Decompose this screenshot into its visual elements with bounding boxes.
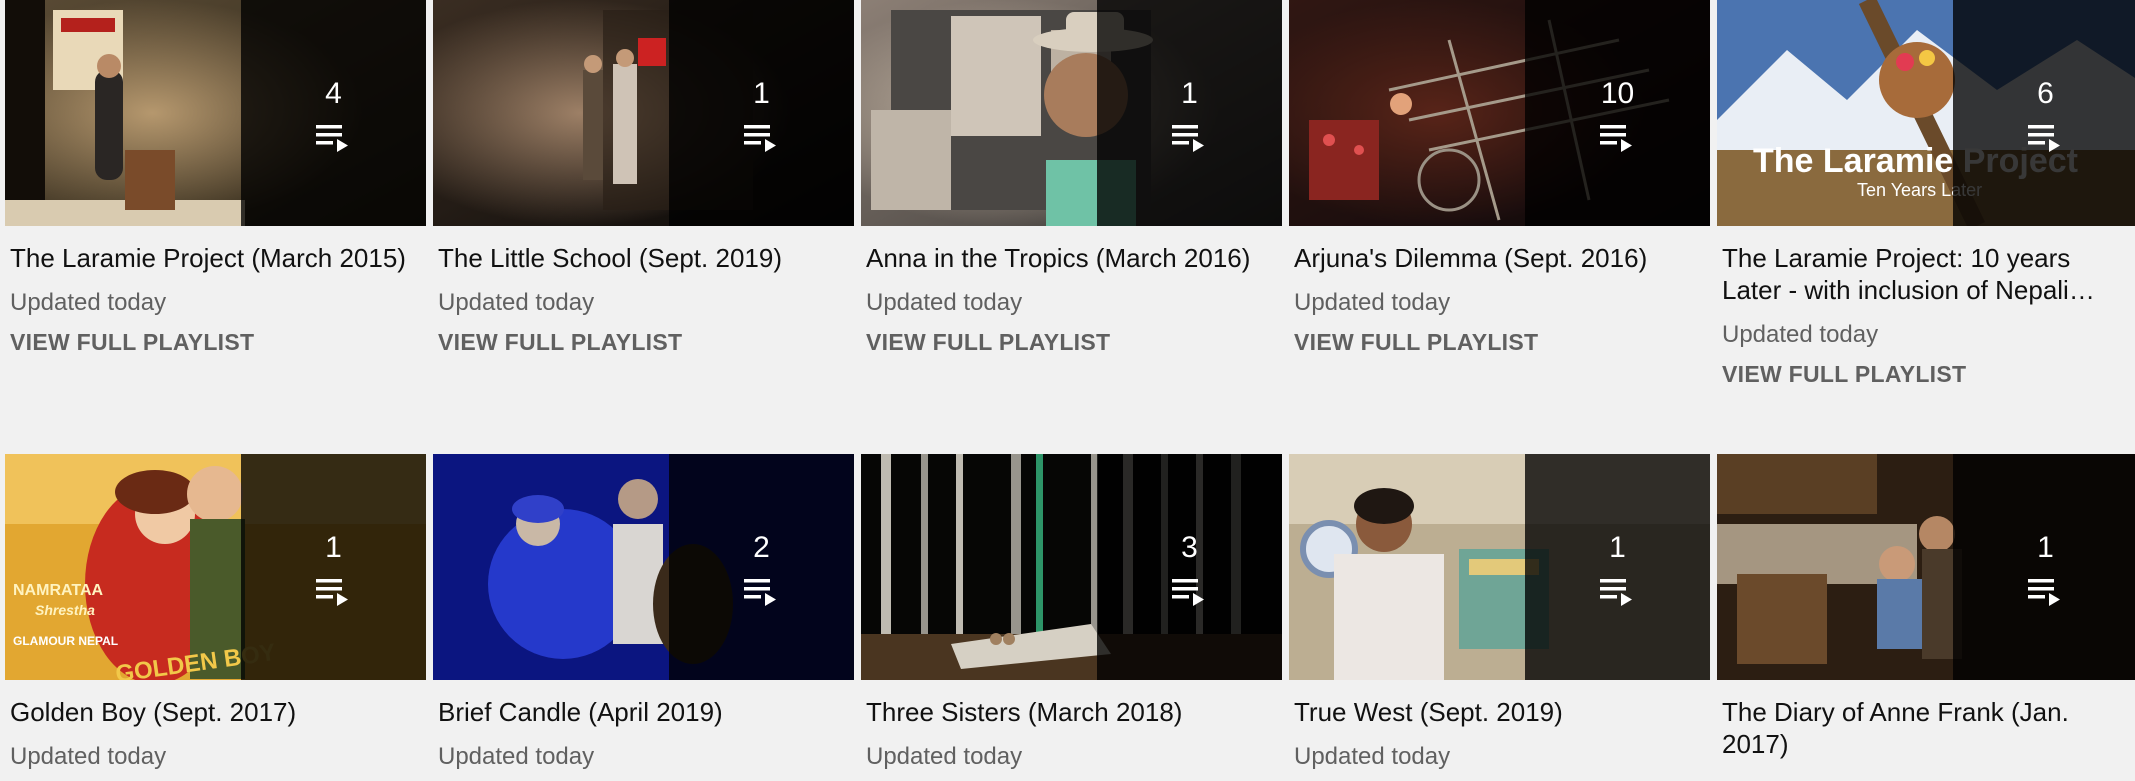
playlist-play-icon [1599, 577, 1636, 607]
playlist-play-icon [743, 577, 780, 607]
playlist-title[interactable]: True West (Sept. 2019) [1294, 696, 1708, 728]
playlist-title[interactable]: The Diary of Anne Frank (Jan. 2017) [1722, 696, 2135, 760]
playlist-card[interactable]: NAMRATAA Shrestha GLAMOUR NEPAL GOLDEN BOY 1… [5, 454, 426, 772]
playlist-card[interactable]: 10 Arjuna's Dilemma (Sept. 2016) Updated t… [1289, 0, 1710, 356]
playlist-grid: 4 The Laramie Project (March 2015) Updated… [0, 0, 2135, 781]
video-count: 1 [325, 531, 342, 564]
thumbnail-brand: GLAMOUR NEPAL [13, 634, 119, 648]
video-count: 4 [325, 77, 342, 110]
playlist-count-overlay: 1 [241, 454, 426, 680]
playlist-title[interactable]: The Laramie Project: 10 years Later - wi… [1722, 242, 2135, 306]
updated-label: Updated today [438, 743, 595, 770]
view-full-playlist-link[interactable]: VIEW FULL PLAYLIST [1722, 360, 1966, 388]
playlist-title[interactable]: Brief Candle (April 2019) [438, 696, 852, 728]
playlist-title[interactable]: Arjuna's Dilemma (Sept. 2016) [1294, 242, 1708, 274]
playlist-card[interactable]: 3 Three Sisters (March 2018) Updated today [861, 454, 1282, 772]
playlist-title[interactable]: The Laramie Project (March 2015) [10, 242, 424, 274]
playlist-title[interactable]: The Little School (Sept. 2019) [438, 242, 852, 274]
playlist-card[interactable]: 1 True West (Sept. 2019) Updated today [1289, 454, 1710, 772]
updated-label: Updated today [1722, 321, 1879, 348]
playlist-play-icon [2027, 123, 2064, 153]
updated-label: Updated today [866, 289, 1023, 316]
view-full-playlist-link[interactable]: VIEW FULL PLAYLIST [10, 328, 254, 356]
thumbnail-caption: NAMRATAA [13, 582, 104, 599]
playlist-count-overlay: 4 [241, 0, 426, 226]
thumbnail-subcaption: Shrestha [35, 602, 95, 618]
playlist-thumbnail[interactable]: 10 [1289, 0, 1710, 226]
playlist-count-overlay: 3 [1097, 454, 1282, 680]
video-count: 1 [1609, 531, 1626, 564]
playlist-count-overlay: 2 [669, 454, 854, 680]
playlist-thumbnail[interactable]: 1 [861, 0, 1282, 226]
playlist-play-icon [2027, 577, 2064, 607]
updated-label: Updated today [10, 289, 167, 316]
playlist-thumbnail[interactable]: 3 [861, 454, 1282, 680]
playlist-count-overlay: 10 [1525, 0, 1710, 226]
playlist-play-icon [315, 577, 352, 607]
playlist-thumbnail[interactable]: 1 [1289, 454, 1710, 680]
playlist-card[interactable]: 1 Anna in the Tropics (March 2016) Updated… [861, 0, 1282, 356]
view-full-playlist-link[interactable]: VIEW FULL PLAYLIST [1294, 328, 1538, 356]
video-count: 6 [2037, 77, 2054, 110]
playlist-thumbnail[interactable]: 4 [5, 0, 426, 226]
playlist-card[interactable]: 2 Brief Candle (April 2019) Updated today [433, 454, 854, 772]
video-count: 3 [1181, 531, 1198, 564]
playlist-thumbnail[interactable]: NAMRATAA Shrestha GLAMOUR NEPAL GOLDEN BOY 1 [5, 454, 426, 680]
playlist-play-icon [1599, 123, 1636, 153]
playlist-title[interactable]: Golden Boy (Sept. 2017) [10, 696, 424, 728]
playlist-card[interactable]: The Laramie Project Ten Years Later 6 The L… [1717, 0, 2135, 388]
playlist-count-overlay: 1 [1097, 0, 1282, 226]
playlist-title[interactable]: Three Sisters (March 2018) [866, 696, 1280, 728]
view-full-playlist-link[interactable]: VIEW FULL PLAYLIST [866, 328, 1110, 356]
playlist-count-overlay: 1 [1525, 454, 1710, 680]
playlist-thumbnail[interactable]: 1 [1717, 454, 2135, 680]
playlist-card[interactable]: 4 The Laramie Project (March 2015) Updated… [5, 0, 426, 356]
updated-label: Updated today [438, 289, 595, 316]
updated-label: Updated today [1294, 289, 1451, 316]
video-count: 1 [753, 77, 770, 110]
playlist-count-overlay: 1 [669, 0, 854, 226]
playlist-count-overlay: 1 [1953, 454, 2135, 680]
video-count: 1 [1181, 77, 1198, 110]
playlist-play-icon [1171, 577, 1208, 607]
video-count: 2 [753, 531, 770, 564]
playlist-thumbnail[interactable]: 2 [433, 454, 854, 680]
playlist-count-overlay: 6 [1953, 0, 2135, 226]
playlist-card[interactable]: 1 The Diary of Anne Frank (Jan. 2017) [1717, 454, 2135, 760]
playlist-play-icon [743, 123, 780, 153]
video-count: 10 [1600, 77, 1635, 110]
video-count: 1 [2037, 531, 2054, 564]
playlist-play-icon [1171, 123, 1208, 153]
updated-label: Updated today [1294, 743, 1451, 770]
playlist-play-icon [315, 123, 352, 153]
view-full-playlist-link[interactable]: VIEW FULL PLAYLIST [438, 328, 682, 356]
updated-label: Updated today [10, 743, 167, 770]
playlist-thumbnail[interactable]: The Laramie Project Ten Years Later 6 [1717, 0, 2135, 226]
playlist-thumbnail[interactable]: 1 [433, 0, 854, 226]
updated-label: Updated today [866, 743, 1023, 770]
playlist-title[interactable]: Anna in the Tropics (March 2016) [866, 242, 1280, 274]
playlist-card[interactable]: 1 The Little School (Sept. 2019) Updated t… [433, 0, 854, 356]
